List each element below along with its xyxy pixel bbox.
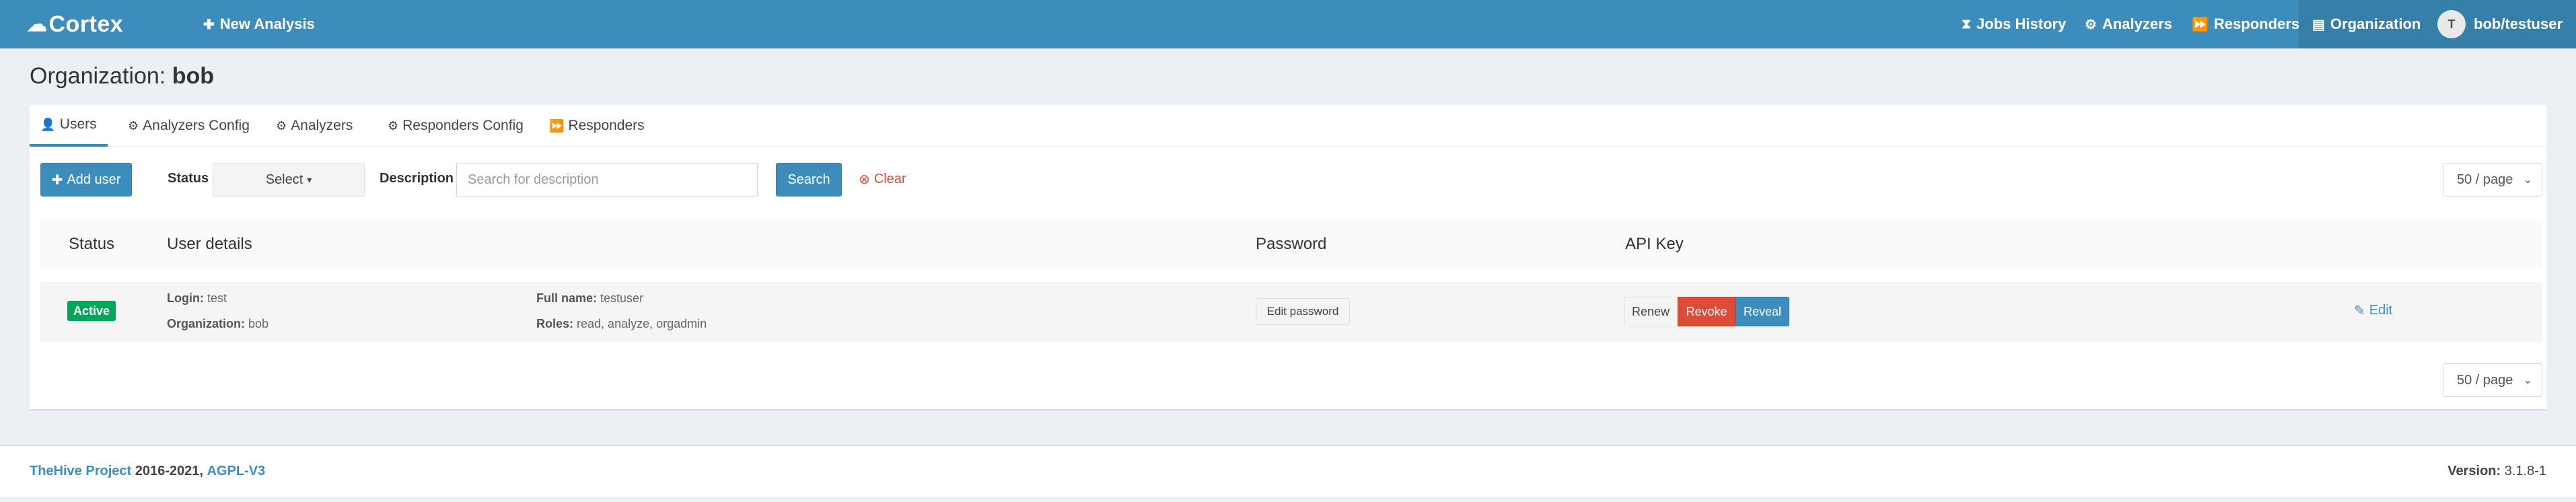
new-analysis-label: New Analysis [219, 15, 315, 32]
edit-label: Edit [2369, 303, 2393, 318]
organization-value: bob [248, 317, 269, 330]
reveal-key-button[interactable]: Reveal [1736, 297, 1789, 326]
chevron-down-icon: ⌄ [2523, 174, 2532, 186]
search-button[interactable]: Search [776, 163, 842, 196]
table-row: Active Login: test Organization: bob Ful… [40, 283, 2542, 342]
avatar: T [2437, 10, 2466, 38]
tab-bar: 👤 Users ⚙ Analyzers Config ⚙ Analyzers ⚙… [30, 105, 2546, 147]
user-icon: 👤 [40, 117, 56, 131]
full-name-key: Full name: [536, 291, 598, 305]
roles-key: Roles: [536, 317, 574, 330]
cortex-logo-icon: ☁ [27, 13, 48, 36]
tab-analyzers[interactable]: ⚙ Analyzers [276, 105, 353, 147]
caret-down-icon: ▾ [307, 174, 312, 185]
login-key: Login: [167, 291, 204, 305]
hourglass-icon: ⧗ [1962, 16, 1972, 32]
thehive-project-link[interactable]: TheHive Project [30, 464, 131, 478]
page-title-org: bob [172, 63, 214, 89]
revoke-key-button[interactable]: Revoke [1678, 297, 1736, 326]
brand-logo[interactable]: ☁ Cortex [27, 0, 123, 48]
top-navbar: ☁ Cortex ✚ New Analysis ⧗ Jobs History ⚙… [0, 0, 2576, 48]
analyzers-label: Analyzers [2102, 15, 2172, 32]
users-table-header: Status User details Password API Key [40, 219, 2542, 269]
login-value: test [207, 291, 227, 305]
version-value: 3.1.8-1 [2504, 464, 2546, 478]
footer-copyright: TheHive Project 2016-2021, AGPL-V3 [30, 464, 265, 479]
user-menu[interactable]: T bob/testuser [2423, 0, 2576, 48]
organization-link[interactable]: ▤ Organization [2299, 0, 2423, 48]
cog-icon: ⚙ [128, 118, 139, 133]
cogs-icon: ⚙ [276, 118, 287, 133]
footer-version: Version: 3.1.8-1 [2447, 464, 2546, 479]
tab-responders[interactable]: ⏩ Responders [549, 105, 645, 147]
page-title-prefix: Organization: [30, 63, 166, 89]
tab-analyzers-config-label: Analyzers Config [143, 118, 250, 133]
renew-key-button[interactable]: Renew [1624, 297, 1678, 326]
column-user-details: User details [167, 235, 252, 253]
full-name-value: testuser [600, 291, 644, 305]
page-size-label: 50 / page [2457, 372, 2513, 388]
forward-icon: ⏩ [2192, 17, 2209, 32]
api-key-button-group: Renew Revoke Reveal [1624, 297, 1789, 326]
version-key: Version: [2447, 464, 2501, 478]
column-status: Status [69, 235, 115, 253]
full-name-field: Full name: testuser [536, 291, 643, 306]
login-field: Login: test [167, 291, 227, 306]
tab-users-label: Users [59, 116, 97, 132]
clear-label: Clear [873, 172, 906, 186]
page-size-select-top[interactable]: 50 / page ⌄ [2443, 163, 2542, 196]
plus-icon: ✚ [51, 172, 63, 188]
cog-icon: ⚙ [388, 118, 399, 133]
footer: TheHive Project 2016-2021, AGPL-V3 Versi… [0, 445, 2576, 497]
analyzers-link[interactable]: ⚙ Analyzers [2085, 0, 2172, 48]
tab-responders-config-label: Responders Config [402, 118, 524, 133]
organization-label: Organization [2330, 15, 2421, 32]
clear-filter-link[interactable]: ⊗ Clear [859, 171, 906, 188]
cogs-icon: ⚙ [2085, 17, 2097, 32]
edit-icon: ✎ [2354, 303, 2365, 318]
chevron-down-icon: ⌄ [2523, 375, 2532, 386]
organization-field: Organization: bob [167, 317, 269, 331]
jobs-history-label: Jobs History [1976, 15, 2067, 32]
tab-responders-config[interactable]: ⚙ Responders Config [388, 105, 524, 147]
file-icon: ▤ [2312, 17, 2325, 32]
times-circle-icon: ⊗ [859, 172, 870, 187]
description-search-input[interactable]: Search for description [456, 163, 758, 196]
status-filter-label: Status [168, 171, 209, 186]
roles-field: Roles: read, analyze, orgadmin [536, 317, 707, 331]
plus-icon: ✚ [203, 17, 215, 32]
new-analysis-link[interactable]: ✚ New Analysis [203, 0, 315, 48]
tab-users[interactable]: 👤 Users [30, 105, 108, 147]
tab-analyzers-label: Analyzers [291, 118, 353, 133]
jobs-history-link[interactable]: ⧗ Jobs History [1962, 0, 2066, 48]
tab-responders-label: Responders [568, 118, 645, 133]
tab-analyzers-config[interactable]: ⚙ Analyzers Config [128, 105, 250, 147]
page-size-select-bottom[interactable]: 50 / page ⌄ [2443, 363, 2542, 397]
edit-password-button[interactable]: Edit password [1256, 298, 1350, 325]
organization-key: Organization: [167, 317, 245, 330]
add-user-button[interactable]: ✚ Add user [40, 163, 132, 196]
status-badge: Active [67, 301, 116, 321]
page-title: Organization: bob [30, 63, 214, 89]
column-api-key: API Key [1625, 235, 1684, 253]
forward-icon: ⏩ [549, 118, 565, 133]
description-filter-label: Description [380, 171, 454, 186]
brand-name: Cortex [48, 11, 124, 37]
status-select-label: Select [265, 172, 303, 187]
copyright-years: 2016-2021, [135, 464, 203, 478]
page-size-label: 50 / page [2457, 172, 2513, 187]
license-link[interactable]: AGPL-V3 [207, 464, 266, 478]
main-panel: 👤 Users ⚙ Analyzers Config ⚙ Analyzers ⚙… [30, 105, 2546, 410]
roles-value: read, analyze, orgadmin [577, 317, 707, 330]
responders-link[interactable]: ⏩ Responders [2192, 0, 2299, 48]
responders-label: Responders [2213, 15, 2300, 32]
add-user-label: Add user [67, 172, 121, 187]
status-select[interactable]: Select ▾ [213, 163, 365, 196]
column-password: Password [1256, 235, 1327, 253]
user-name: bob/testuser [2474, 15, 2563, 32]
edit-user-link[interactable]: ✎ Edit [2354, 302, 2392, 319]
